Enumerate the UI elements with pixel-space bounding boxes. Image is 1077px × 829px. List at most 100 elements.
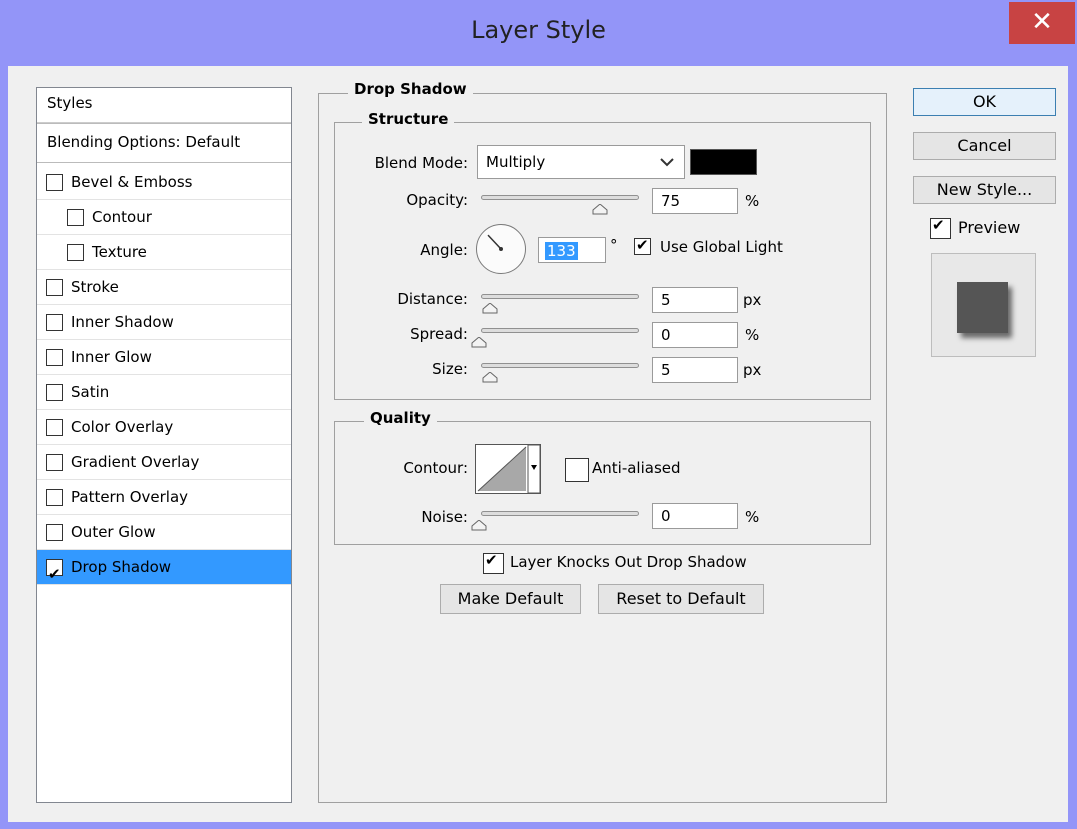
style-item-checkbox[interactable] bbox=[46, 524, 63, 541]
noise-slider-handle[interactable] bbox=[471, 517, 487, 531]
chevron-down-icon bbox=[660, 146, 674, 189]
style-item-label: Inner Glow bbox=[71, 348, 152, 366]
opacity-unit: % bbox=[745, 192, 760, 210]
use-global-light-checkbox[interactable] bbox=[634, 236, 651, 255]
style-item-checkbox[interactable] bbox=[67, 209, 84, 226]
cancel-button[interactable]: Cancel bbox=[913, 132, 1056, 160]
distance-label: Distance: bbox=[397, 290, 468, 308]
style-item-checkbox[interactable] bbox=[46, 349, 63, 366]
style-item-label: Bevel & Emboss bbox=[71, 173, 193, 191]
style-item-stroke[interactable]: Stroke bbox=[37, 270, 291, 305]
opacity-slider[interactable] bbox=[481, 195, 639, 200]
angle-dial[interactable] bbox=[476, 224, 526, 274]
angle-unit: ° bbox=[610, 236, 618, 254]
style-item-inner-shadow[interactable]: Inner Shadow bbox=[37, 305, 291, 340]
spread-unit: % bbox=[745, 326, 760, 344]
layer-style-dialog: Layer Style ✕ Styles Blending Options: D… bbox=[0, 0, 1077, 829]
blend-mode-label: Blend Mode: bbox=[374, 154, 468, 172]
style-preview bbox=[931, 253, 1036, 357]
reset-to-default-button[interactable]: Reset to Default bbox=[598, 584, 764, 614]
style-item-label: Gradient Overlay bbox=[71, 453, 200, 471]
opacity-label: Opacity: bbox=[406, 191, 468, 209]
style-item-drop-shadow[interactable]: Drop Shadow bbox=[37, 550, 291, 591]
use-global-light-label: Use Global Light bbox=[660, 238, 783, 256]
quality-heading: Quality bbox=[364, 409, 437, 427]
angle-input[interactable]: 133 bbox=[538, 237, 606, 263]
style-item-outer-glow[interactable]: Outer Glow bbox=[37, 515, 291, 550]
size-slider[interactable] bbox=[481, 363, 639, 368]
contour-label: Contour: bbox=[403, 459, 468, 477]
size-input[interactable]: 5 bbox=[652, 357, 738, 383]
preview-swatch bbox=[957, 282, 1008, 333]
anti-aliased-label: Anti-aliased bbox=[592, 459, 681, 477]
noise-unit: % bbox=[745, 508, 760, 526]
blend-mode-value: Multiply bbox=[486, 153, 546, 171]
layer-knocks-out-checkbox[interactable] bbox=[483, 551, 504, 574]
anti-aliased-checkbox[interactable] bbox=[565, 458, 589, 482]
style-item-checkbox[interactable] bbox=[46, 174, 63, 191]
drop-shadow-heading: Drop Shadow bbox=[348, 80, 473, 98]
spread-slider-handle[interactable] bbox=[471, 334, 487, 348]
new-style-button[interactable]: New Style... bbox=[913, 176, 1056, 204]
size-slider-handle[interactable] bbox=[482, 369, 498, 383]
style-item-checkbox[interactable] bbox=[46, 419, 63, 436]
style-item-label: Pattern Overlay bbox=[71, 488, 189, 506]
noise-slider[interactable] bbox=[481, 511, 639, 516]
dialog-body: Styles Blending Options: Default Bevel &… bbox=[8, 66, 1068, 822]
style-item-label: Color Overlay bbox=[71, 418, 174, 436]
preview-checkbox[interactable] bbox=[930, 216, 951, 239]
style-item-checkbox[interactable] bbox=[46, 454, 63, 471]
layer-knocks-out-label: Layer Knocks Out Drop Shadow bbox=[510, 553, 747, 571]
style-item-gradient-overlay[interactable]: Gradient Overlay bbox=[37, 445, 291, 480]
size-unit: px bbox=[743, 361, 762, 379]
title-bar[interactable]: Layer Style ✕ bbox=[0, 0, 1077, 66]
style-item-checkbox[interactable] bbox=[46, 557, 63, 591]
angle-label: Angle: bbox=[420, 241, 468, 259]
style-item-checkbox[interactable] bbox=[46, 384, 63, 401]
style-item-contour[interactable]: Contour bbox=[37, 200, 291, 235]
style-item-bevel-emboss[interactable]: Bevel & Emboss bbox=[37, 165, 291, 200]
style-item-checkbox[interactable] bbox=[46, 489, 63, 506]
size-label: Size: bbox=[432, 360, 468, 378]
ok-button[interactable]: OK bbox=[913, 88, 1056, 116]
style-item-checkbox[interactable] bbox=[46, 314, 63, 331]
distance-slider[interactable] bbox=[481, 294, 639, 299]
styles-header[interactable]: Styles bbox=[37, 88, 291, 123]
contour-picker[interactable] bbox=[475, 444, 541, 494]
opacity-input[interactable]: 75 bbox=[652, 188, 738, 214]
quality-group bbox=[334, 421, 871, 545]
style-item-label: Outer Glow bbox=[71, 523, 156, 541]
noise-label: Noise: bbox=[421, 508, 468, 526]
preview-label: Preview bbox=[958, 218, 1021, 237]
spread-slider[interactable] bbox=[481, 328, 639, 333]
style-item-label: Stroke bbox=[71, 278, 119, 296]
distance-slider-handle[interactable] bbox=[482, 300, 498, 314]
noise-input[interactable]: 0 bbox=[652, 503, 738, 529]
styles-list: Styles Blending Options: Default Bevel &… bbox=[36, 87, 292, 803]
spread-input[interactable]: 0 bbox=[652, 322, 738, 348]
make-default-button[interactable]: Make Default bbox=[440, 584, 581, 614]
distance-input[interactable]: 5 bbox=[652, 287, 738, 313]
style-item-checkbox[interactable] bbox=[67, 244, 84, 261]
dialog-title: Layer Style bbox=[471, 16, 606, 44]
style-item-pattern-overlay[interactable]: Pattern Overlay bbox=[37, 480, 291, 515]
style-item-label: Contour bbox=[92, 208, 152, 226]
style-item-label: Texture bbox=[92, 243, 147, 261]
style-item-satin[interactable]: Satin bbox=[37, 375, 291, 410]
shadow-color-swatch[interactable] bbox=[690, 149, 757, 175]
blend-mode-select[interactable]: Multiply bbox=[477, 145, 685, 179]
style-item-color-overlay[interactable]: Color Overlay bbox=[37, 410, 291, 445]
style-item-label: Drop Shadow bbox=[71, 558, 172, 576]
structure-heading: Structure bbox=[362, 110, 455, 128]
close-icon: ✕ bbox=[1031, 7, 1053, 37]
blending-options-item[interactable]: Blending Options: Default bbox=[37, 123, 291, 163]
distance-unit: px bbox=[743, 291, 762, 309]
opacity-slider-handle[interactable] bbox=[592, 201, 608, 215]
style-item-label: Inner Shadow bbox=[71, 313, 174, 331]
style-item-inner-glow[interactable]: Inner Glow bbox=[37, 340, 291, 375]
style-item-checkbox[interactable] bbox=[46, 279, 63, 296]
style-item-texture[interactable]: Texture bbox=[37, 235, 291, 270]
close-button[interactable]: ✕ bbox=[1009, 2, 1075, 44]
spread-label: Spread: bbox=[410, 325, 468, 343]
style-item-label: Satin bbox=[71, 383, 110, 401]
